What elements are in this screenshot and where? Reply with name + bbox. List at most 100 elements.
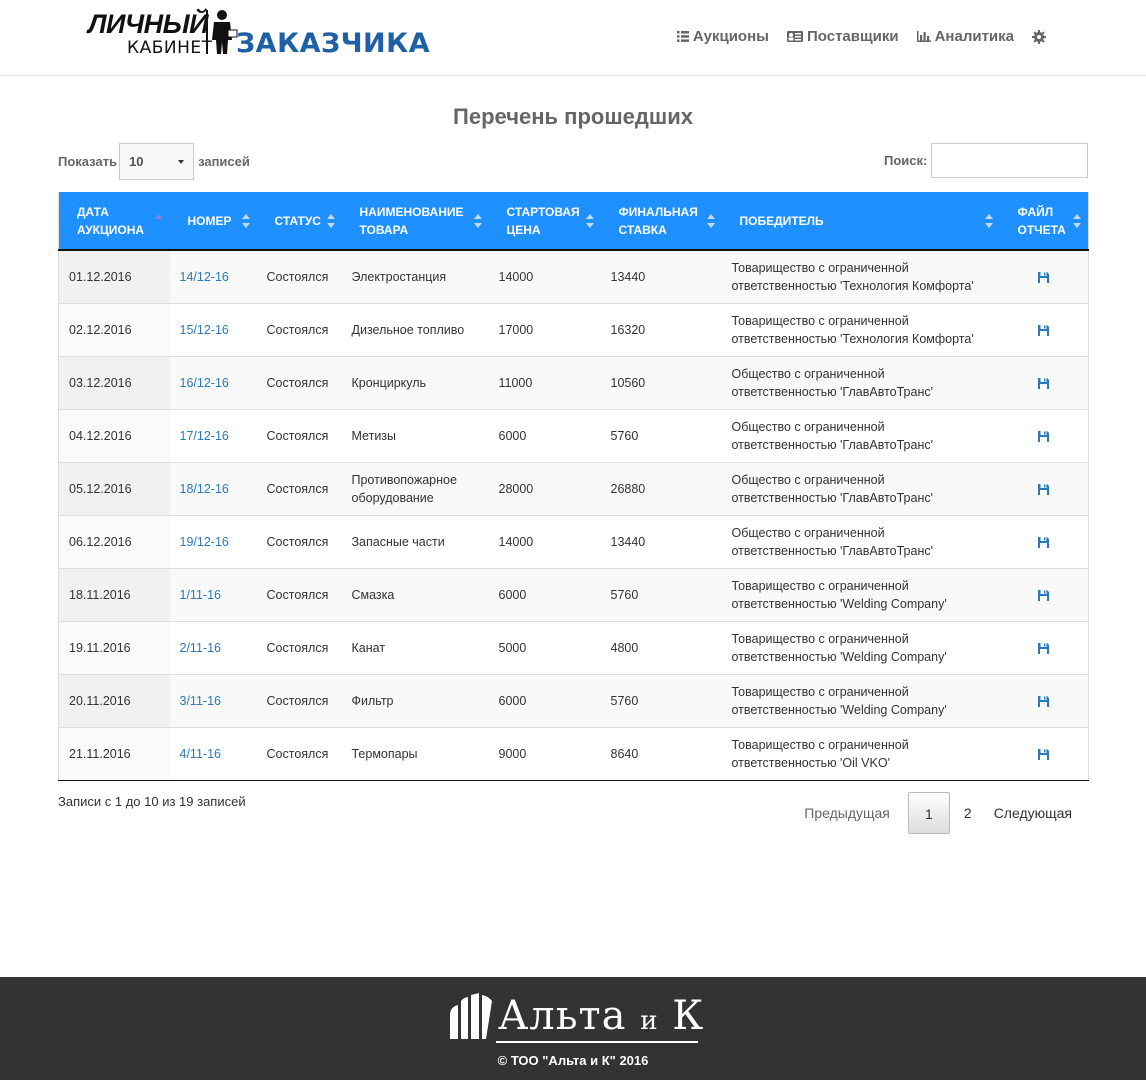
sort-both-icon	[326, 213, 335, 228]
cell-winner: Товарищество с ограниченной ответственно…	[721, 302, 1000, 356]
auction-number-link[interactable]: 4/11-16	[180, 747, 221, 761]
cell-winner: Общество с ограниченной ответственностью…	[721, 355, 1000, 409]
search-input[interactable]	[931, 143, 1088, 178]
table-row: 06.12.2016 19/12-16 Состоялся Запасные част…	[58, 514, 1089, 568]
records-label: записей	[198, 154, 250, 169]
sort-both-icon	[585, 213, 594, 228]
company-logo: Альта и К	[448, 993, 703, 1043]
column-header-number[interactable]: НОМЕР	[169, 192, 257, 251]
save-file-icon[interactable]	[1038, 324, 1050, 336]
save-file-icon[interactable]	[1038, 695, 1050, 707]
auction-number-link[interactable]: 15/12-16	[180, 323, 229, 337]
company-name-end: К	[672, 993, 705, 1039]
company-name-and: и	[640, 1006, 659, 1036]
column-header-file[interactable]: ФАЙЛ ОТЧЕТА	[999, 192, 1089, 251]
auction-number-link[interactable]: 18/12-16	[180, 482, 229, 496]
pagination: Предыдущая 1 2 Следующая	[790, 792, 1088, 834]
cell-final-bid: 13440	[600, 249, 722, 303]
cell-start-price: 9000	[488, 726, 601, 780]
cell-final-bid: 8640	[600, 726, 722, 780]
nav-suppliers[interactable]: Поставщики	[786, 28, 899, 45]
table-row: 18.11.2016 1/11-16 Состоялся Смазка 6000 5760…	[58, 567, 1089, 621]
auction-number-link[interactable]: 2/11-16	[180, 641, 221, 655]
cell-date: 03.12.2016	[58, 355, 170, 409]
column-header-final-bid[interactable]: ФИНАЛЬНАЯ СТАВКА	[600, 192, 722, 251]
cell-status: Состоялся	[256, 514, 342, 568]
cell-winner: Товарищество с ограниченной ответственно…	[721, 726, 1000, 780]
auction-number-link[interactable]: 3/11-16	[180, 694, 221, 708]
column-header-label: НАИМЕНОВАНИЕ ТОВАРА	[359, 204, 464, 237]
search-label: Поиск:	[884, 153, 928, 168]
cell-start-price: 14000	[488, 514, 601, 568]
cell-date: 04.12.2016	[58, 408, 170, 462]
cell-date: 01.12.2016	[58, 249, 170, 303]
nav-auctions[interactable]: Аукционы	[676, 28, 769, 45]
page-button-2[interactable]: 2	[954, 792, 982, 834]
save-file-icon[interactable]	[1038, 377, 1050, 389]
company-name: Альта и К	[498, 993, 704, 1039]
cell-product: Смазка	[341, 567, 489, 621]
copyright: © ТОО "Альта и К" 2016	[497, 1053, 649, 1068]
table-info: Записи с 1 до 10 из 19 записей	[58, 794, 246, 809]
cell-file	[999, 302, 1089, 356]
cell-start-price: 17000	[488, 302, 601, 356]
cell-start-price: 6000	[488, 567, 601, 621]
save-file-icon[interactable]	[1038, 536, 1050, 548]
cell-winner: Общество с ограниченной ответственностью…	[721, 514, 1000, 568]
save-file-icon[interactable]	[1038, 642, 1050, 654]
cell-final-bid: 10560	[600, 355, 722, 409]
cell-start-price: 6000	[488, 408, 601, 462]
column-header-product[interactable]: НАИМЕНОВАНИЕ ТОВАРА	[341, 192, 489, 251]
cell-number: 19/12-16	[169, 514, 257, 568]
save-file-icon[interactable]	[1038, 483, 1050, 495]
cell-product: Дизельное топливо	[341, 302, 489, 356]
nav-analytics[interactable]: Аналитика	[916, 28, 1014, 45]
sort-asc-icon	[154, 213, 163, 228]
table-row: 21.11.2016 4/11-16 Состоялся Термопары 9000 8…	[58, 726, 1089, 780]
cell-date: 18.11.2016	[58, 567, 170, 621]
column-header-winner[interactable]: ПОБЕДИТЕЛЬ	[721, 192, 1000, 251]
bar-chart-icon	[916, 31, 931, 42]
column-header-date[interactable]: ДАТА АУКЦИОНА	[58, 192, 170, 251]
save-file-icon[interactable]	[1038, 271, 1050, 283]
save-file-icon[interactable]	[1038, 430, 1050, 442]
column-header-start-price[interactable]: СТАРТОВАЯ ЦЕНА	[488, 192, 601, 251]
page-length-select[interactable]: 10	[119, 143, 195, 180]
cell-file	[999, 726, 1089, 780]
cell-file	[999, 355, 1089, 409]
cell-final-bid: 13440	[600, 514, 722, 568]
auction-number-link[interactable]: 14/12-16	[180, 270, 229, 284]
cabinet-logo[interactable]: ЛИЧНЫЙ КАБИНЕТ ЗАКАЗЧИКА	[86, 8, 430, 59]
table-body: 01.12.2016 14/12-16 Состоялся Электростанци…	[58, 249, 1089, 780]
auction-number-link[interactable]: 19/12-16	[180, 535, 229, 549]
save-file-icon[interactable]	[1038, 589, 1050, 601]
cell-start-price: 14000	[488, 249, 601, 303]
cell-winner: Общество с ограниченной ответственностью…	[721, 461, 1000, 515]
column-header-label: ФИНАЛЬНАЯ СТАВКА	[618, 204, 698, 237]
cell-file	[999, 249, 1089, 303]
cell-date: 20.11.2016	[58, 673, 170, 727]
table-row: 20.11.2016 3/11-16 Состоялся Фильтр 6000 5760…	[58, 673, 1089, 727]
cell-final-bid: 5760	[600, 567, 722, 621]
next-page-button[interactable]: Следующая	[982, 792, 1088, 834]
page-button-1[interactable]: 1	[907, 792, 950, 834]
page-length-control: Показать 10 записей	[58, 143, 250, 180]
cell-product: Фильтр	[341, 673, 489, 727]
column-header-status[interactable]: СТАТУС	[256, 192, 342, 251]
cell-file	[999, 461, 1089, 515]
cell-number: 15/12-16	[169, 302, 257, 356]
auction-number-link[interactable]: 1/11-16	[180, 588, 221, 602]
caret-down-icon	[178, 159, 185, 164]
auction-number-link[interactable]: 17/12-16	[180, 429, 229, 443]
table-row: 19.11.2016 2/11-16 Состоялся Канат 5000 4800 Т…	[58, 620, 1089, 674]
table-row: 02.12.2016 15/12-16 Состоялся Дизельное топ…	[58, 302, 1089, 356]
cell-winner: Товарищество с ограниченной ответственно…	[721, 673, 1000, 727]
cell-status: Состоялся	[256, 620, 342, 674]
cell-number: 16/12-16	[169, 355, 257, 409]
settings-button[interactable]	[1032, 29, 1046, 44]
cell-number: 3/11-16	[169, 673, 257, 727]
prev-page-button[interactable]: Предыдущая	[790, 792, 904, 834]
save-file-icon[interactable]	[1038, 748, 1050, 760]
auction-number-link[interactable]: 16/12-16	[180, 376, 229, 390]
main-nav: Аукционы Поставщики Аналитика	[676, 28, 1046, 45]
